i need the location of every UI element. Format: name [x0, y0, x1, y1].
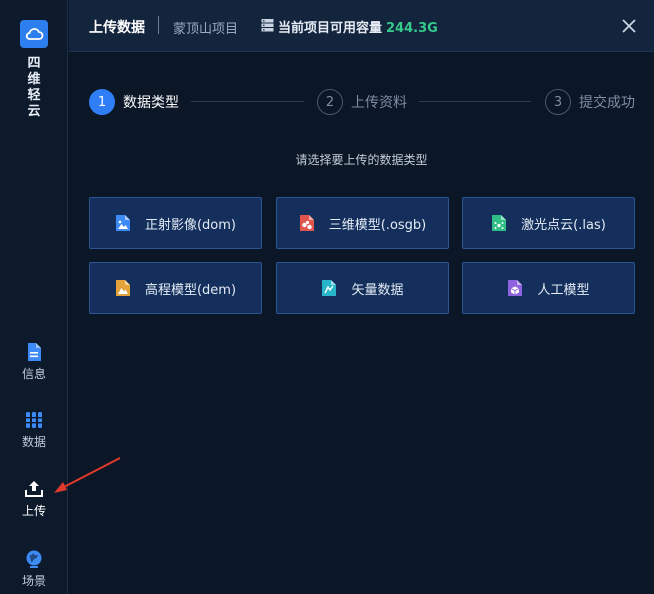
card-3d-model[interactable]: 三维模型(.osgb) [276, 197, 449, 249]
step-number: 2 [317, 89, 343, 115]
sidebar-item-data[interactable]: 数据 [0, 410, 68, 450]
annotation-arrow-icon [54, 457, 121, 493]
globe-icon [26, 550, 42, 568]
model-file-icon [299, 215, 314, 231]
card-point-cloud[interactable]: 激光点云(.las) [462, 197, 635, 249]
capacity-label: 当前项目可用容量 [278, 21, 383, 36]
card-elevation-model[interactable]: 高程模型(dem) [89, 262, 262, 314]
step-data-type: 1 数据类型 [89, 89, 179, 115]
sidebar-item-label: 上传 [21, 504, 46, 518]
step-label: 提交成功 [579, 95, 635, 111]
dialog-title: 上传数据 [89, 20, 145, 36]
sidebar-item-label: 场景 [21, 574, 46, 588]
capacity-value: 244.3G [386, 21, 438, 36]
card-label: 矢量数据 [351, 282, 404, 298]
card-vector-data[interactable]: 矢量数据 [276, 262, 449, 314]
card-label: 激光点云(.las) [521, 217, 606, 233]
step-submit-success: 3 提交成功 [545, 89, 635, 115]
step-connector [419, 101, 531, 102]
card-label: 人工模型 [537, 282, 590, 298]
sidebar-item-label: 数据 [21, 435, 46, 449]
document-icon [28, 343, 41, 361]
step-number: 1 [89, 89, 115, 115]
database-icon [26, 412, 42, 428]
pointcloud-file-icon [492, 215, 507, 231]
cube-file-icon [508, 280, 523, 296]
step-number: 3 [545, 89, 571, 115]
cloud-logo-icon [20, 20, 48, 48]
step-label: 上传资料 [351, 95, 407, 111]
sidebar: 四 维 轻 云 信息 数据 上传 场景 [0, 0, 68, 594]
upload-icon [25, 481, 43, 497]
sidebar-item-label: 信息 [21, 367, 46, 381]
step-upload-files: 2 上传资料 [317, 89, 407, 115]
card-label: 三维模型(.osgb) [328, 217, 427, 233]
close-button[interactable] [618, 15, 640, 37]
dialog-header: 上传数据 蒙顶山项目 当前项目可用容量 244.3G [69, 0, 654, 52]
card-label: 正射影像(dom) [144, 217, 236, 233]
capacity-info: 当前项目可用容量 244.3G [278, 17, 438, 36]
brand-char: 轻 [27, 88, 41, 103]
brand-char: 云 [27, 104, 41, 119]
vector-file-icon [322, 280, 337, 296]
close-icon [622, 19, 636, 33]
header-divider [158, 16, 159, 34]
card-orthophoto[interactable]: 正射影像(dom) [89, 197, 262, 249]
sidebar-item-scene[interactable]: 场景 [0, 549, 68, 589]
selection-prompt: 请选择要上传的数据类型 [295, 153, 428, 167]
project-name: 蒙顶山项目 [173, 22, 239, 37]
step-label: 数据类型 [123, 95, 179, 111]
elevation-file-icon [115, 280, 130, 296]
card-label: 高程模型(dem) [144, 282, 237, 298]
image-file-icon [115, 215, 130, 231]
sidebar-item-info[interactable]: 信息 [0, 342, 68, 382]
brand-char: 维 [27, 72, 41, 87]
brand-name: 四 维 轻 云 [0, 56, 68, 120]
storage-icon [261, 19, 274, 32]
card-manual-model[interactable]: 人工模型 [462, 262, 635, 314]
brand-char: 四 [27, 56, 41, 71]
step-connector [191, 101, 304, 102]
